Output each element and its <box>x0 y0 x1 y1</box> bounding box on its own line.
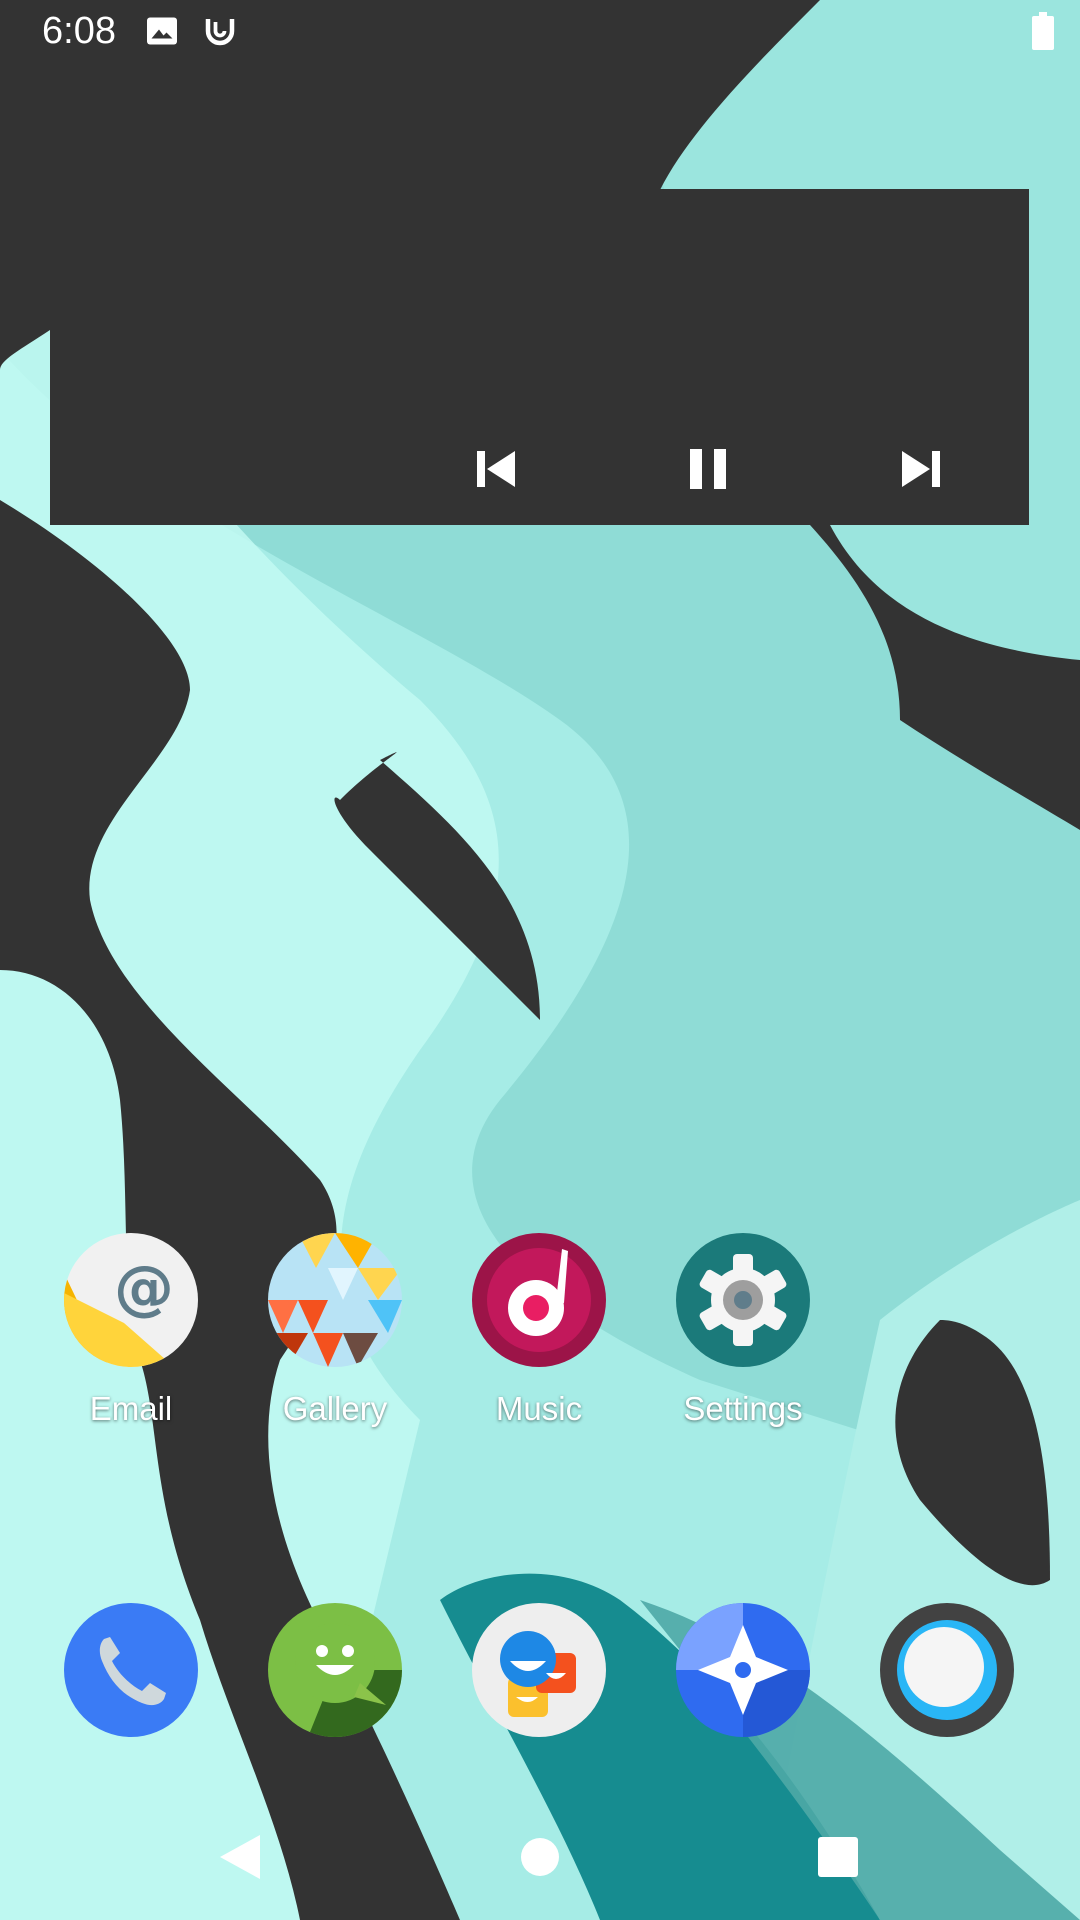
status-bar: 6:08 <box>0 0 1080 66</box>
music-icon[interactable] <box>472 1233 606 1367</box>
battery-icon <box>1032 12 1054 50</box>
status-time: 6:08 <box>42 10 116 52</box>
phone-icon[interactable] <box>64 1603 198 1737</box>
app-label-music[interactable]: Music <box>429 1390 649 1428</box>
recents-icon[interactable] <box>798 1817 878 1897</box>
app-label-gallery[interactable]: Gallery <box>225 1390 445 1428</box>
pause-icon[interactable] <box>668 429 748 509</box>
app-label-email[interactable]: Email <box>21 1390 241 1428</box>
music-player-widget[interactable] <box>50 189 1029 525</box>
previous-track-icon[interactable] <box>455 429 535 509</box>
headset-notification-icon <box>205 19 235 46</box>
app-label-settings[interactable]: Settings <box>633 1390 853 1428</box>
image-icon <box>147 17 177 45</box>
email-icon[interactable]: @ <box>64 1233 198 1367</box>
home-icon[interactable] <box>500 1817 580 1897</box>
settings-icon[interactable] <box>676 1233 810 1367</box>
contacts-icon[interactable] <box>472 1603 606 1737</box>
camera-icon[interactable] <box>880 1603 1014 1737</box>
browser-icon[interactable] <box>676 1603 810 1737</box>
next-track-icon[interactable] <box>882 429 962 509</box>
gallery-icon[interactable] <box>268 1233 402 1367</box>
svg-text:@: @ <box>114 1253 174 1323</box>
messaging-icon[interactable] <box>268 1603 402 1737</box>
back-icon[interactable] <box>200 1817 280 1897</box>
